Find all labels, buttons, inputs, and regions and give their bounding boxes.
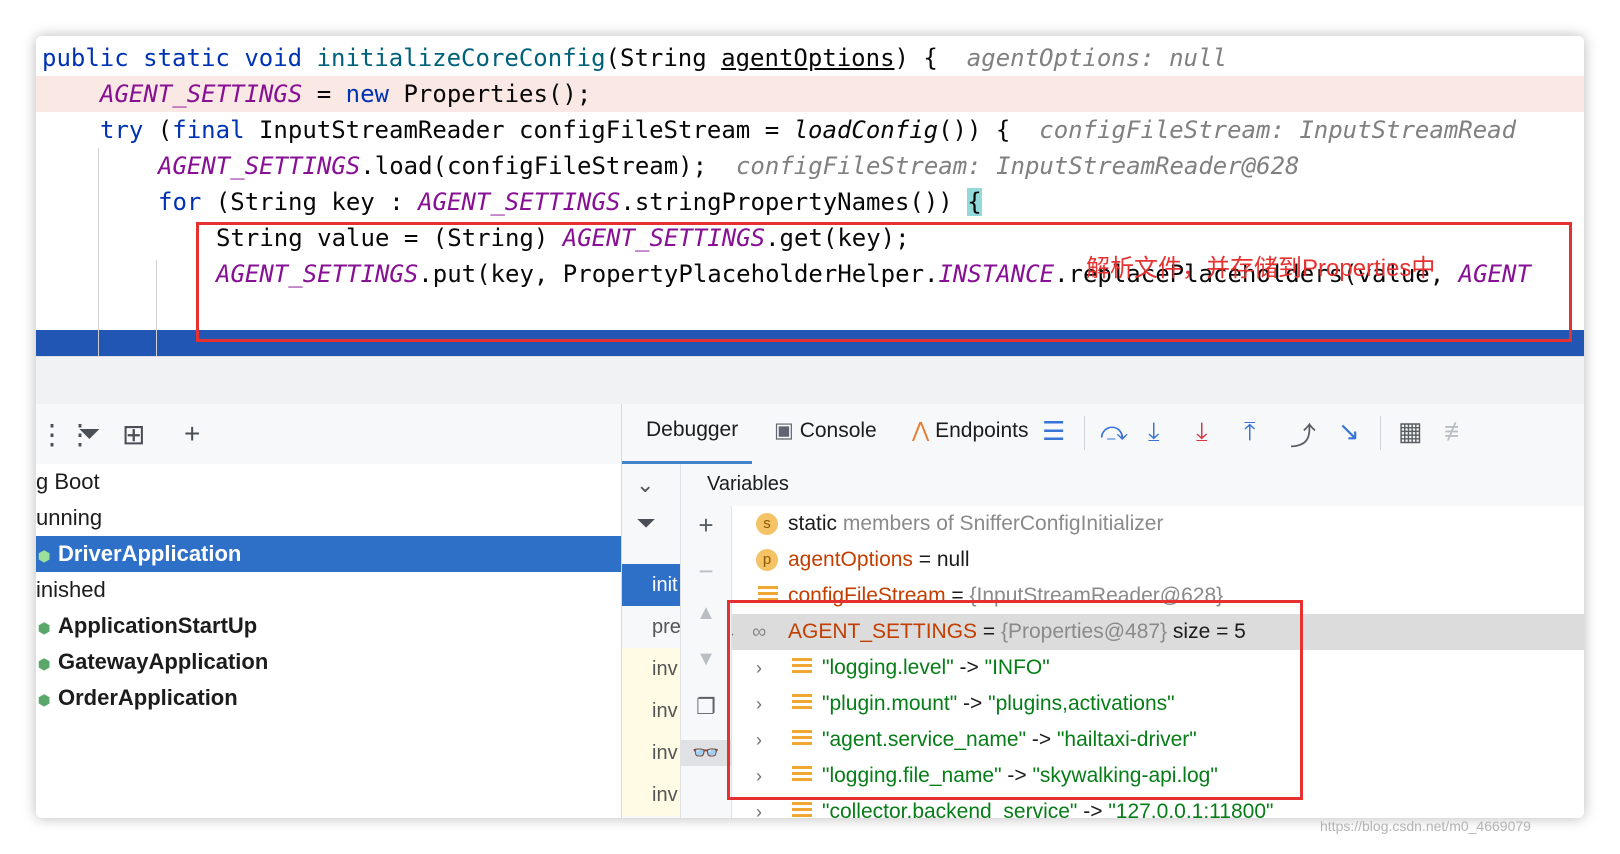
spring-boot-icon: ⬢ [38,692,51,708]
move-down-icon[interactable]: ▼ [681,648,731,671]
duplicate-watch-icon[interactable]: ❐ [681,694,731,720]
frame-item[interactable]: pre [622,606,680,648]
code-line-1: public static void initializeCoreConfig(… [42,44,1227,72]
filter-icon[interactable]: ⏷ [626,510,666,538]
annotation-text: 解析文件，并存储到Properties中 [1086,255,1436,282]
inline-value-hint: configFileStream: InputStreamRead [1039,116,1517,144]
static-icon: s [756,513,778,535]
run-to-cursor-icon[interactable]: ↘ [1338,416,1360,447]
list-item[interactable]: unning [36,500,621,536]
list-item[interactable]: g Boot [36,464,621,500]
tab-debugger[interactable]: Debugger [646,418,738,442]
code-editor[interactable]: public static void initializeCoreConfig(… [36,36,1584,372]
run-dashboard-list: g Boot unning ⬢ DriverApplication inished… [36,464,621,818]
code-line-5: for (String key : AGENT_SETTINGS.stringP… [158,188,982,216]
filter-icon[interactable]: ⏷ [78,418,100,451]
inline-value-hint: agentOptions: null [966,44,1227,72]
show-watches-icon[interactable]: 👓 [681,740,731,766]
tab-console[interactable]: ▣ Console [774,418,877,443]
code-line-2: AGENT_SETTINGS = new Properties(); [100,80,592,108]
frame-item[interactable]: init [622,564,680,606]
evaluate-expression-icon[interactable]: ▦ [1398,416,1423,447]
move-up-icon[interactable]: ▲ [681,602,731,625]
trace-current-stream-icon[interactable]: ≢ [1444,416,1470,447]
entry-icon [792,802,812,818]
variables-header: Variables [681,464,1584,507]
step-into-icon[interactable]: ⤓ [1148,416,1160,448]
variable-row[interactable]: › s static members of SnifferConfigIniti… [732,506,1584,542]
variables-side-toolbar: + − ▲ ▼ ❐ 👓 [681,506,732,818]
console-icon: ▣ [774,419,794,442]
tab-endpoints[interactable]: ⋀ Endpoints [912,418,1028,443]
toolbar-separator [1380,416,1381,450]
code-line-4: AGENT_SETTINGS.load(configFileStream); c… [158,152,1300,180]
variables-title: Variables [707,473,789,495]
list-item[interactable]: inished [36,572,621,608]
add-icon[interactable]: + [184,418,200,450]
watermark-text: https://blog.csdn.net/m0_4669079 [1320,818,1531,834]
code-line-3: try (final InputStreamReader configFileS… [100,116,1517,144]
chevron-right-icon[interactable]: › [732,506,742,542]
debug-running-icon: ⬢ [38,548,51,564]
frame-item[interactable]: inv [622,774,680,816]
toolbar-separator [1084,416,1085,450]
parameter-icon: p [756,549,778,571]
frame-item[interactable]: inv [622,732,680,774]
endpoints-icon: ⋀ [912,419,930,442]
frame-item[interactable]: inv [622,690,680,732]
variable-row[interactable]: p agentOptions = null [732,542,1584,578]
frame-item[interactable]: inv [622,648,680,690]
list-item[interactable]: ⬢ GatewayApplication [36,644,621,680]
list-item[interactable]: ⬢ DriverApplication [36,536,621,572]
force-step-into-icon[interactable]: ⤓ [1196,416,1208,448]
list-item[interactable]: ⬢ OrderApplication [36,680,621,716]
add-config-icon[interactable]: ⊞ [122,418,145,451]
spring-boot-icon: ⬢ [38,620,51,636]
annotation-box [727,600,1303,800]
inline-value-hint: configFileStream: InputStreamReader@628 [735,152,1300,180]
remove-watch-icon[interactable]: − [681,556,731,587]
debugger-toolbar: Debugger ▣ Console ⋀ Endpoints ☰ ⤼ ⤓ ⤓ ⤒… [622,404,1584,465]
add-watch-icon[interactable]: + [681,510,731,541]
spring-boot-icon: ⬢ [38,656,51,672]
list-item[interactable]: ⬢ ApplicationStartUp [36,608,621,644]
step-over-icon[interactable]: ⤼ [1100,416,1128,448]
drop-frame-icon[interactable]: ⤴ [1290,416,1316,453]
layout-icon[interactable]: ☰ [1042,416,1065,447]
run-panel-toolbar: ⋮⋮ ⏷ ⊞ + [36,404,621,465]
editor-bottom-strip [36,356,1584,405]
step-out-icon[interactable]: ⤒ [1244,416,1256,448]
chevron-down-icon[interactable]: ⌄ [636,472,654,498]
